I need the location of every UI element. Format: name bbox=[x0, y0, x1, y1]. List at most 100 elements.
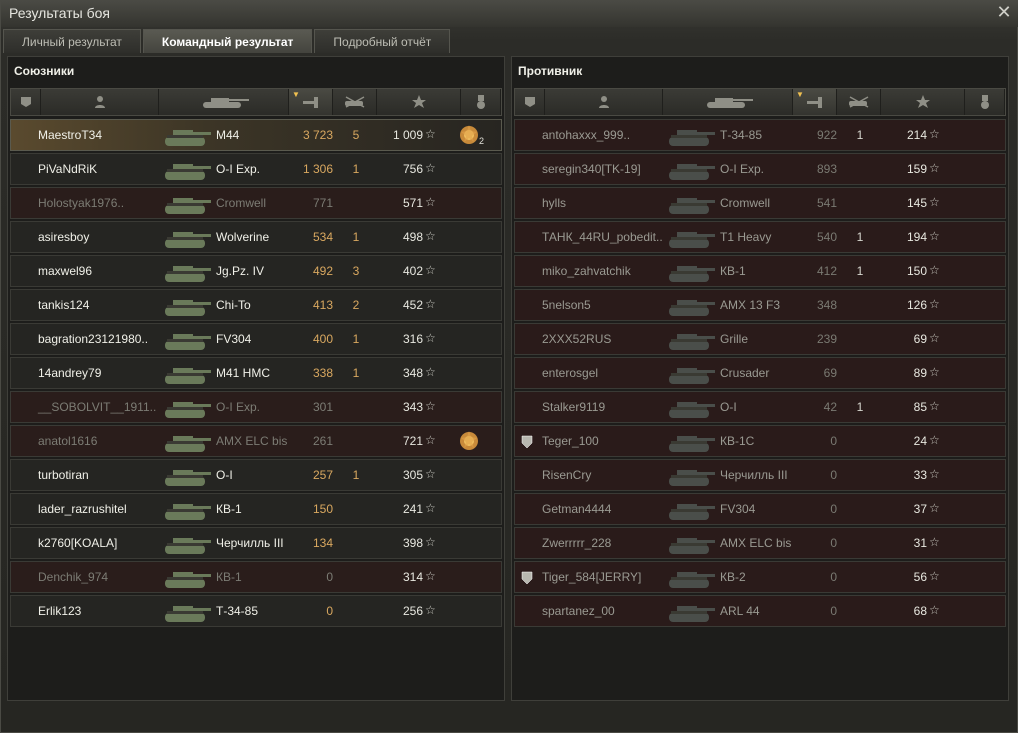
xp-star-icon: ☆ bbox=[929, 331, 940, 345]
xp-star-icon: ☆ bbox=[929, 161, 940, 175]
header-squad-column[interactable] bbox=[515, 89, 545, 115]
tank-silhouette-icon bbox=[161, 393, 213, 422]
damage-value: 134 bbox=[312, 536, 333, 550]
header-damage-column[interactable]: ▼ bbox=[793, 89, 837, 115]
player-name: maxwel96 bbox=[38, 264, 93, 278]
player-row[interactable]: Denchik_974 КВ-1 0 314 ☆ bbox=[10, 561, 502, 593]
close-icon[interactable]: ✕ bbox=[995, 3, 1013, 21]
damage-value: 0 bbox=[326, 570, 333, 584]
tank-silhouette-icon bbox=[161, 597, 213, 626]
tab-team-result[interactable]: Командный результат bbox=[142, 29, 313, 53]
xp-star-icon: ☆ bbox=[929, 433, 940, 447]
player-name: Tiger_584[JERRY] bbox=[542, 570, 642, 584]
header-damage-column[interactable]: ▼ bbox=[289, 89, 333, 115]
player-row[interactable]: anatol1616 AMX ELC bis 261 721 ☆ bbox=[10, 425, 502, 457]
kills-icon bbox=[343, 95, 367, 109]
tank-name: FV304 bbox=[216, 332, 252, 346]
xp-star-icon: ☆ bbox=[929, 297, 940, 311]
player-row[interactable]: RisenCry Черчилль III 0 33 ☆ bbox=[514, 459, 1006, 491]
player-row[interactable]: Stalker9119 O-I 42 1 85 ☆ bbox=[514, 391, 1006, 423]
xp-star-icon: ☆ bbox=[929, 603, 940, 617]
header-squad-column[interactable] bbox=[11, 89, 41, 115]
tank-name: Т-34-85 bbox=[720, 128, 763, 142]
medal-icon[interactable] bbox=[457, 429, 481, 453]
header-tank-column[interactable] bbox=[663, 89, 793, 115]
xp-star-icon: ☆ bbox=[425, 331, 436, 345]
player-row[interactable]: seregin340[TK-19] O-I Exp. 893 159 ☆ bbox=[514, 153, 1006, 185]
tank-silhouette-icon bbox=[665, 155, 717, 184]
player-row[interactable]: MaestroT34 M44 3 723 5 1 009 ☆ 2 bbox=[10, 119, 502, 151]
player-row[interactable]: enterosgel Crusader 69 89 ☆ bbox=[514, 357, 1006, 389]
tank-name: Grille bbox=[720, 332, 749, 346]
header-kills-column[interactable] bbox=[837, 89, 881, 115]
kills-value: 1 bbox=[352, 366, 360, 380]
player-row[interactable]: Erlik123 Т-34-85 0 256 ☆ bbox=[10, 595, 502, 627]
xp-star-icon: ☆ bbox=[425, 195, 436, 209]
player-name: Erlik123 bbox=[38, 604, 82, 618]
header-medal-column[interactable] bbox=[965, 89, 1005, 115]
xp-value: 194 bbox=[906, 230, 927, 244]
player-name: bagration23121980.. bbox=[38, 332, 149, 346]
player-row[interactable]: tankis124 Chi-To 413 2 452 ☆ bbox=[10, 289, 502, 321]
player-row[interactable]: maxwel96 Jg.Pz. IV 492 3 402 ☆ bbox=[10, 255, 502, 287]
player-row[interactable]: 14andrey79 M41 HMC 338 1 348 ☆ bbox=[10, 357, 502, 389]
damage-value: 0 bbox=[326, 604, 333, 618]
player-row[interactable]: bagration23121980.. FV304 400 1 316 ☆ bbox=[10, 323, 502, 355]
player-row[interactable]: __SOBOLVIT__1911.. O-I Exp. 301 343 ☆ bbox=[10, 391, 502, 423]
title-bar[interactable]: Результаты боя ✕ bbox=[1, 1, 1018, 27]
damage-value: 893 bbox=[816, 162, 837, 176]
header-kills-column[interactable] bbox=[333, 89, 377, 115]
player-row[interactable]: hylls Cromwell 541 145 ☆ bbox=[514, 187, 1006, 219]
tab-detailed-report[interactable]: Подробный отчёт bbox=[314, 29, 451, 53]
player-name: RisenCry bbox=[542, 468, 592, 482]
damage-value: 534 bbox=[312, 230, 333, 244]
player-row[interactable]: Holostyak1976.. Cromwell 771 571 ☆ bbox=[10, 187, 502, 219]
player-row[interactable]: Tiger_584[JERRY] КВ-2 0 56 ☆ bbox=[514, 561, 1006, 593]
tank-name: O-I Exp. bbox=[720, 162, 765, 176]
player-row[interactable]: ТАНК_44RU_pobedit.. T1 Heavy 540 1 194 ☆ bbox=[514, 221, 1006, 253]
player-name: Zwerrrrr_228 bbox=[542, 536, 612, 550]
kills-value: 1 bbox=[856, 128, 864, 142]
xp-star-icon: ☆ bbox=[425, 433, 436, 447]
header-tank-column[interactable] bbox=[159, 89, 289, 115]
xp-value: 31 bbox=[913, 536, 927, 550]
damage-value: 412 bbox=[816, 264, 837, 278]
xp-star-icon: ☆ bbox=[425, 399, 436, 413]
player-row[interactable]: Zwerrrrr_228 AMX ELC bis 0 31 ☆ bbox=[514, 527, 1006, 559]
damage-value: 0 bbox=[830, 468, 837, 482]
player-row[interactable]: turbotiran O-I 257 1 305 ☆ bbox=[10, 459, 502, 491]
tank-silhouette-icon bbox=[665, 325, 717, 354]
allies-list: MaestroT34 M44 3 723 5 1 009 ☆ 2 PiVaNdRiK O-I E… bbox=[10, 119, 502, 629]
player-row[interactable]: Teger_100 КВ-1С 0 24 ☆ bbox=[514, 425, 1006, 457]
player-row[interactable]: antohaxxx_999.. Т-34-85 922 1 214 ☆ bbox=[514, 119, 1006, 151]
player-row[interactable]: 2XXX52RUS Grille 239 69 ☆ bbox=[514, 323, 1006, 355]
player-row[interactable]: miko_zahvatchik КВ-1 412 1 150 ☆ bbox=[514, 255, 1006, 287]
damage-value: 492 bbox=[312, 264, 333, 278]
kills-value: 1 bbox=[352, 230, 360, 244]
tank-silhouette-icon bbox=[161, 529, 213, 558]
kills-value: 5 bbox=[352, 128, 360, 142]
header-star-column[interactable] bbox=[377, 89, 461, 115]
damage-icon bbox=[302, 95, 320, 109]
kills-value: 1 bbox=[352, 162, 360, 176]
header-player-column[interactable] bbox=[41, 89, 159, 115]
player-name: tankis124 bbox=[38, 298, 90, 312]
player-row[interactable]: asiresboy Wolverine 534 1 498 ☆ bbox=[10, 221, 502, 253]
allies-title: Союзники bbox=[14, 64, 75, 78]
header-star-column[interactable] bbox=[881, 89, 965, 115]
player-row[interactable]: k2760[KOALA] Черчилль III 134 398 ☆ bbox=[10, 527, 502, 559]
player-row[interactable]: PiVaNdRiK O-I Exp. 1 306 1 756 ☆ bbox=[10, 153, 502, 185]
xp-value: 145 bbox=[906, 196, 927, 210]
player-row[interactable]: spartanez_00 ARL 44 0 68 ☆ bbox=[514, 595, 1006, 627]
header-player-column[interactable] bbox=[545, 89, 663, 115]
enemies-panel: Противник ▼ antohaxxx_999.. Т-34-85 922 1 21… bbox=[511, 56, 1009, 701]
player-row[interactable]: Getman4444 FV304 0 37 ☆ bbox=[514, 493, 1006, 525]
header-medal-column[interactable] bbox=[461, 89, 501, 115]
player-name: k2760[KOALA] bbox=[38, 536, 118, 550]
tab-personal-result[interactable]: Личный результат bbox=[3, 29, 141, 53]
player-row[interactable]: 5nelson5 AMX 13 F3 348 126 ☆ bbox=[514, 289, 1006, 321]
medal-icon[interactable] bbox=[457, 123, 481, 147]
player-row[interactable]: lader_razrushitel КВ-1 150 241 ☆ bbox=[10, 493, 502, 525]
xp-star-icon: ☆ bbox=[425, 127, 436, 141]
xp-value: 56 bbox=[913, 570, 927, 584]
